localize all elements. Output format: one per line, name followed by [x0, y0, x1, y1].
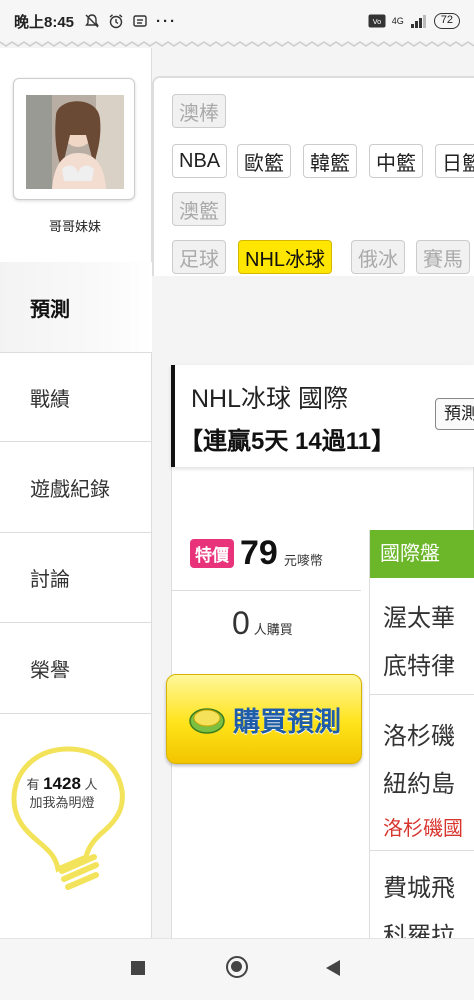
tab-aus-basketball[interactable]: 澳籃 — [172, 192, 226, 226]
status-bar: 晚上8:45 ··· Vo 4G 72 — [0, 0, 474, 42]
tab-aus-baseball[interactable]: 澳棒 — [172, 94, 226, 128]
sport-tabs-panel: 澳棒 NBA 歐籃 韓籃 中籃 日籃 澳籃 足球 NHL冰球 俄冰 賽馬 — [152, 76, 474, 276]
buy-prediction-label: 購買預測 — [233, 706, 341, 737]
signal-icon — [410, 15, 426, 28]
fans-count-line: 有 1428 人 — [12, 775, 112, 794]
buyers-unit: 人購買 — [253, 622, 293, 637]
avatar-card[interactable] — [13, 78, 135, 200]
tab-soccer[interactable]: 足球 — [172, 240, 226, 274]
status-time: 晚上8:45 — [14, 13, 75, 31]
tab-nba[interactable]: NBA — [172, 144, 228, 178]
menu-item-discussion[interactable]: 討論 — [0, 533, 152, 623]
price-row: 特價 79 元嘜幣 — [190, 534, 323, 573]
avatar[interactable] — [26, 95, 124, 189]
price-unit: 元嘜幣 — [283, 553, 323, 568]
alarm-icon — [109, 14, 123, 29]
lightbulb-icon[interactable] — [8, 741, 128, 891]
menu-item-label: 預測 — [30, 298, 70, 321]
battery-icon: 72 — [433, 13, 460, 29]
menu-item-label: 遊戲紀錄 — [30, 479, 110, 501]
recent-apps-icon[interactable] — [131, 961, 145, 975]
prediction-title: NHL冰球 國際 — [191, 385, 348, 413]
status-icons: ··· — [84, 13, 177, 30]
price-value: 79 — [240, 534, 278, 572]
more-notifications-icon: ··· — [156, 12, 178, 30]
menu-item-label: 討論 — [30, 569, 70, 591]
tab-nhl-hockey[interactable]: NHL冰球 — [238, 240, 333, 274]
svg-text:Vo: Vo — [372, 18, 381, 26]
menu-item-label: 戰績 — [30, 388, 70, 411]
menu-item-game-history[interactable]: 遊戲紀錄 — [0, 443, 152, 533]
fans-count: 1428 — [43, 774, 81, 793]
bell-muted-icon — [85, 14, 99, 28]
fans-suffix: 人 — [84, 777, 98, 792]
menu-item-honor[interactable]: 榮譽 — [0, 624, 152, 714]
team-name: 洛杉磯 — [383, 723, 455, 750]
menu-item-label: 榮譽 — [30, 660, 70, 682]
tab-horse-racing[interactable]: 賽馬 — [416, 240, 470, 274]
status-right: Vo 4G 72 — [368, 13, 460, 29]
pick-label: 洛杉磯國 — [383, 818, 463, 840]
fans-action: 加我為明燈 — [29, 795, 95, 810]
tab-euro-basketball[interactable]: 歐籃 — [237, 144, 291, 178]
username: 哥哥妹妹 — [48, 219, 101, 234]
prediction-header: NHL冰球 國際 【連贏5天 14過11】 預測 — [171, 365, 474, 467]
price-divider — [171, 590, 361, 591]
predict-button[interactable]: 預測 — [435, 398, 474, 430]
game-divider — [370, 694, 474, 695]
tab-japan-basketball[interactable]: 日籃 — [435, 144, 474, 178]
prediction-streak: 【連贏5天 14過11】 — [179, 428, 396, 455]
message-icon — [133, 15, 147, 27]
market-header: 國際盤 — [370, 530, 474, 578]
network-label: 4G — [391, 16, 404, 26]
game-divider — [370, 850, 474, 851]
team-name: 紐約島 — [383, 771, 455, 798]
tab-korea-basketball[interactable]: 韓籃 — [303, 144, 357, 178]
special-price-badge: 特價 — [190, 539, 234, 568]
fans-counter[interactable]: 有 1428 人 加我為明燈 — [12, 775, 112, 812]
volte-icon: Vo — [368, 14, 386, 28]
buy-prediction-button[interactable]: 購買預測 — [166, 674, 362, 764]
torn-edge-divider — [0, 41, 474, 47]
buyers-number: 0 — [232, 605, 250, 641]
team-name: 渥太華 — [383, 605, 455, 632]
sidebar: 哥哥妹妹 預測 戰績 遊戲紀錄 討論 榮譽 有 1428 人 加我為明燈 — [0, 48, 152, 938]
menu-item-record[interactable]: 戰績 — [0, 352, 152, 442]
team-name: 底特律 — [383, 653, 455, 680]
fans-prefix: 有 — [26, 777, 40, 792]
tab-russia-hockey[interactable]: 俄冰 — [351, 240, 405, 274]
coin-icon — [189, 708, 225, 734]
market-column: 國際盤 渥太華 底特律 洛杉磯 紐約島 洛杉磯國 費城飛 科羅拉 — [369, 530, 474, 950]
back-icon[interactable] — [326, 960, 340, 976]
home-icon[interactable] — [226, 956, 248, 978]
menu-item-predict[interactable]: 預測 — [0, 262, 152, 352]
team-name: 費城飛 — [383, 875, 455, 902]
tab-china-basketball[interactable]: 中籃 — [369, 144, 423, 178]
buyers-count: 0 人購買 — [232, 605, 293, 642]
